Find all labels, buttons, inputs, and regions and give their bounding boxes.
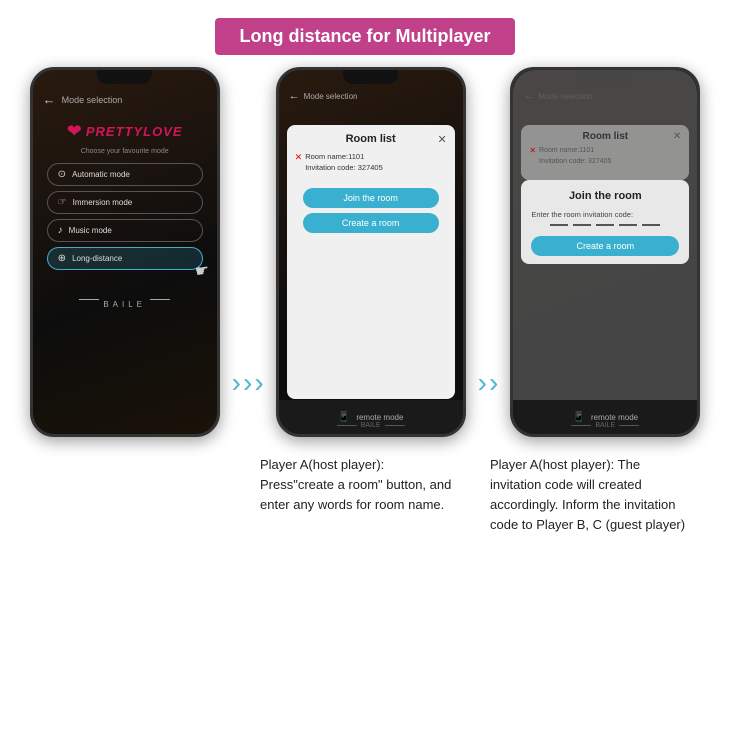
phone-1-screen: ← Mode selection ❤ PRETTYLOVE Choose you… (33, 70, 217, 434)
phones-row: ← Mode selection ❤ PRETTYLOVE Choose you… (0, 67, 730, 437)
phone-2: ← Mode selection Room list ✕ ✕ Room name… (276, 67, 466, 437)
arrow-2-3: › › (478, 369, 499, 437)
arrow-chevron-3: › (254, 369, 263, 397)
room-list-panel: Room list ✕ ✕ Room name:1101 Invitation … (287, 125, 455, 399)
baile-text-2: BAILE (361, 422, 381, 429)
long-distance-icon: ⊕ (58, 253, 66, 264)
p3-room-x-icon: ✕ (529, 146, 536, 155)
immersion-label: Immersion mode (73, 198, 133, 207)
music-icon: ♪ (58, 225, 63, 236)
phone-3: ← Mode selection Room list ✕ ✕ Room name… (510, 67, 700, 437)
room-list-title: Room list (346, 133, 396, 145)
immersion-icon: ☞ (58, 197, 67, 208)
phone3-room-list-top: Room list ✕ ✕ Room name:1101 Invitation … (521, 125, 689, 180)
room-x-icon: ✕ (295, 152, 303, 163)
phone3-create-room-btn[interactable]: Create a room (531, 236, 679, 256)
remote-icon: 📱 (338, 412, 350, 423)
join-room-title: Join the room (531, 190, 679, 202)
arrow-chevron-4: › (478, 369, 487, 397)
join-code-label: Enter the room invitation code: (531, 210, 679, 219)
logo-icon: ❤ (67, 121, 82, 142)
back-icon[interactable]: ← (43, 92, 56, 107)
phone-2-screen: ← Mode selection Room list ✕ ✕ Room name… (279, 70, 463, 434)
room-list-close[interactable]: ✕ (437, 133, 446, 146)
mode-label: Mode selection (62, 95, 123, 105)
auto-icon: ⊙ (58, 169, 66, 180)
phone-3-screen: ← Mode selection Room list ✕ ✕ Room name… (513, 70, 697, 434)
arrow-chevron-1: › (232, 369, 241, 397)
page-title: Long distance for Multiplayer (215, 18, 514, 55)
caption-2: Player A(host player): The invitation co… (490, 455, 690, 536)
arrow-chevron-5: › (489, 369, 498, 397)
arrow-1-2: › › › (232, 369, 264, 437)
p3-room-name: Room name:1101 (539, 146, 611, 157)
phone3-remote-text: remote mode (591, 413, 638, 422)
p3-room-invite-code: Invitation code: 327405 (539, 157, 611, 168)
create-room-btn[interactable]: Create a room (303, 213, 439, 233)
arrow-chevron-2: › (243, 369, 252, 397)
baile-text-3: BAILE (595, 422, 615, 429)
phone2-mode-label: Mode selection (304, 92, 358, 101)
join-room-box: Join the room Enter the room invitation … (521, 180, 689, 264)
long-distance-btn[interactable]: ⊕ Long-distance ☛ (47, 247, 203, 270)
remote-text: remote mode (356, 413, 403, 422)
caption-1: Player A(host player): Press"create a ro… (260, 455, 460, 536)
code-dashes (531, 224, 679, 226)
join-room-btn[interactable]: Join the room (303, 188, 439, 208)
choose-text: Choose your favourite mode (33, 148, 217, 155)
phone3-room-list-title: Room list (583, 131, 629, 142)
music-label: Music mode (69, 226, 112, 235)
immersion-mode-btn[interactable]: ☞ Immersion mode (47, 191, 203, 214)
logo-text: PRETTYLOVE (86, 124, 183, 139)
long-distance-label: Long-distance (72, 254, 122, 263)
phone2-back-icon[interactable]: ← (289, 90, 300, 102)
finger-cursor-icon: ☛ (194, 260, 212, 282)
room-name: Room name:1101 (305, 151, 383, 162)
music-mode-btn[interactable]: ♪ Music mode (47, 219, 203, 242)
baile-text-1: BAILE (103, 300, 146, 309)
room-invite-code: Invitation code: 327405 (305, 162, 383, 173)
auto-mode-btn[interactable]: ⊙ Automatic mode (47, 163, 203, 186)
phone3-remote-icon: 📱 (573, 412, 585, 423)
captions-row: Player A(host player): Press"create a ro… (0, 455, 730, 536)
auto-label: Automatic mode (72, 170, 130, 179)
phone-1: ← Mode selection ❤ PRETTYLOVE Choose you… (30, 67, 220, 437)
phone3-close-x[interactable]: ✕ (673, 131, 681, 142)
